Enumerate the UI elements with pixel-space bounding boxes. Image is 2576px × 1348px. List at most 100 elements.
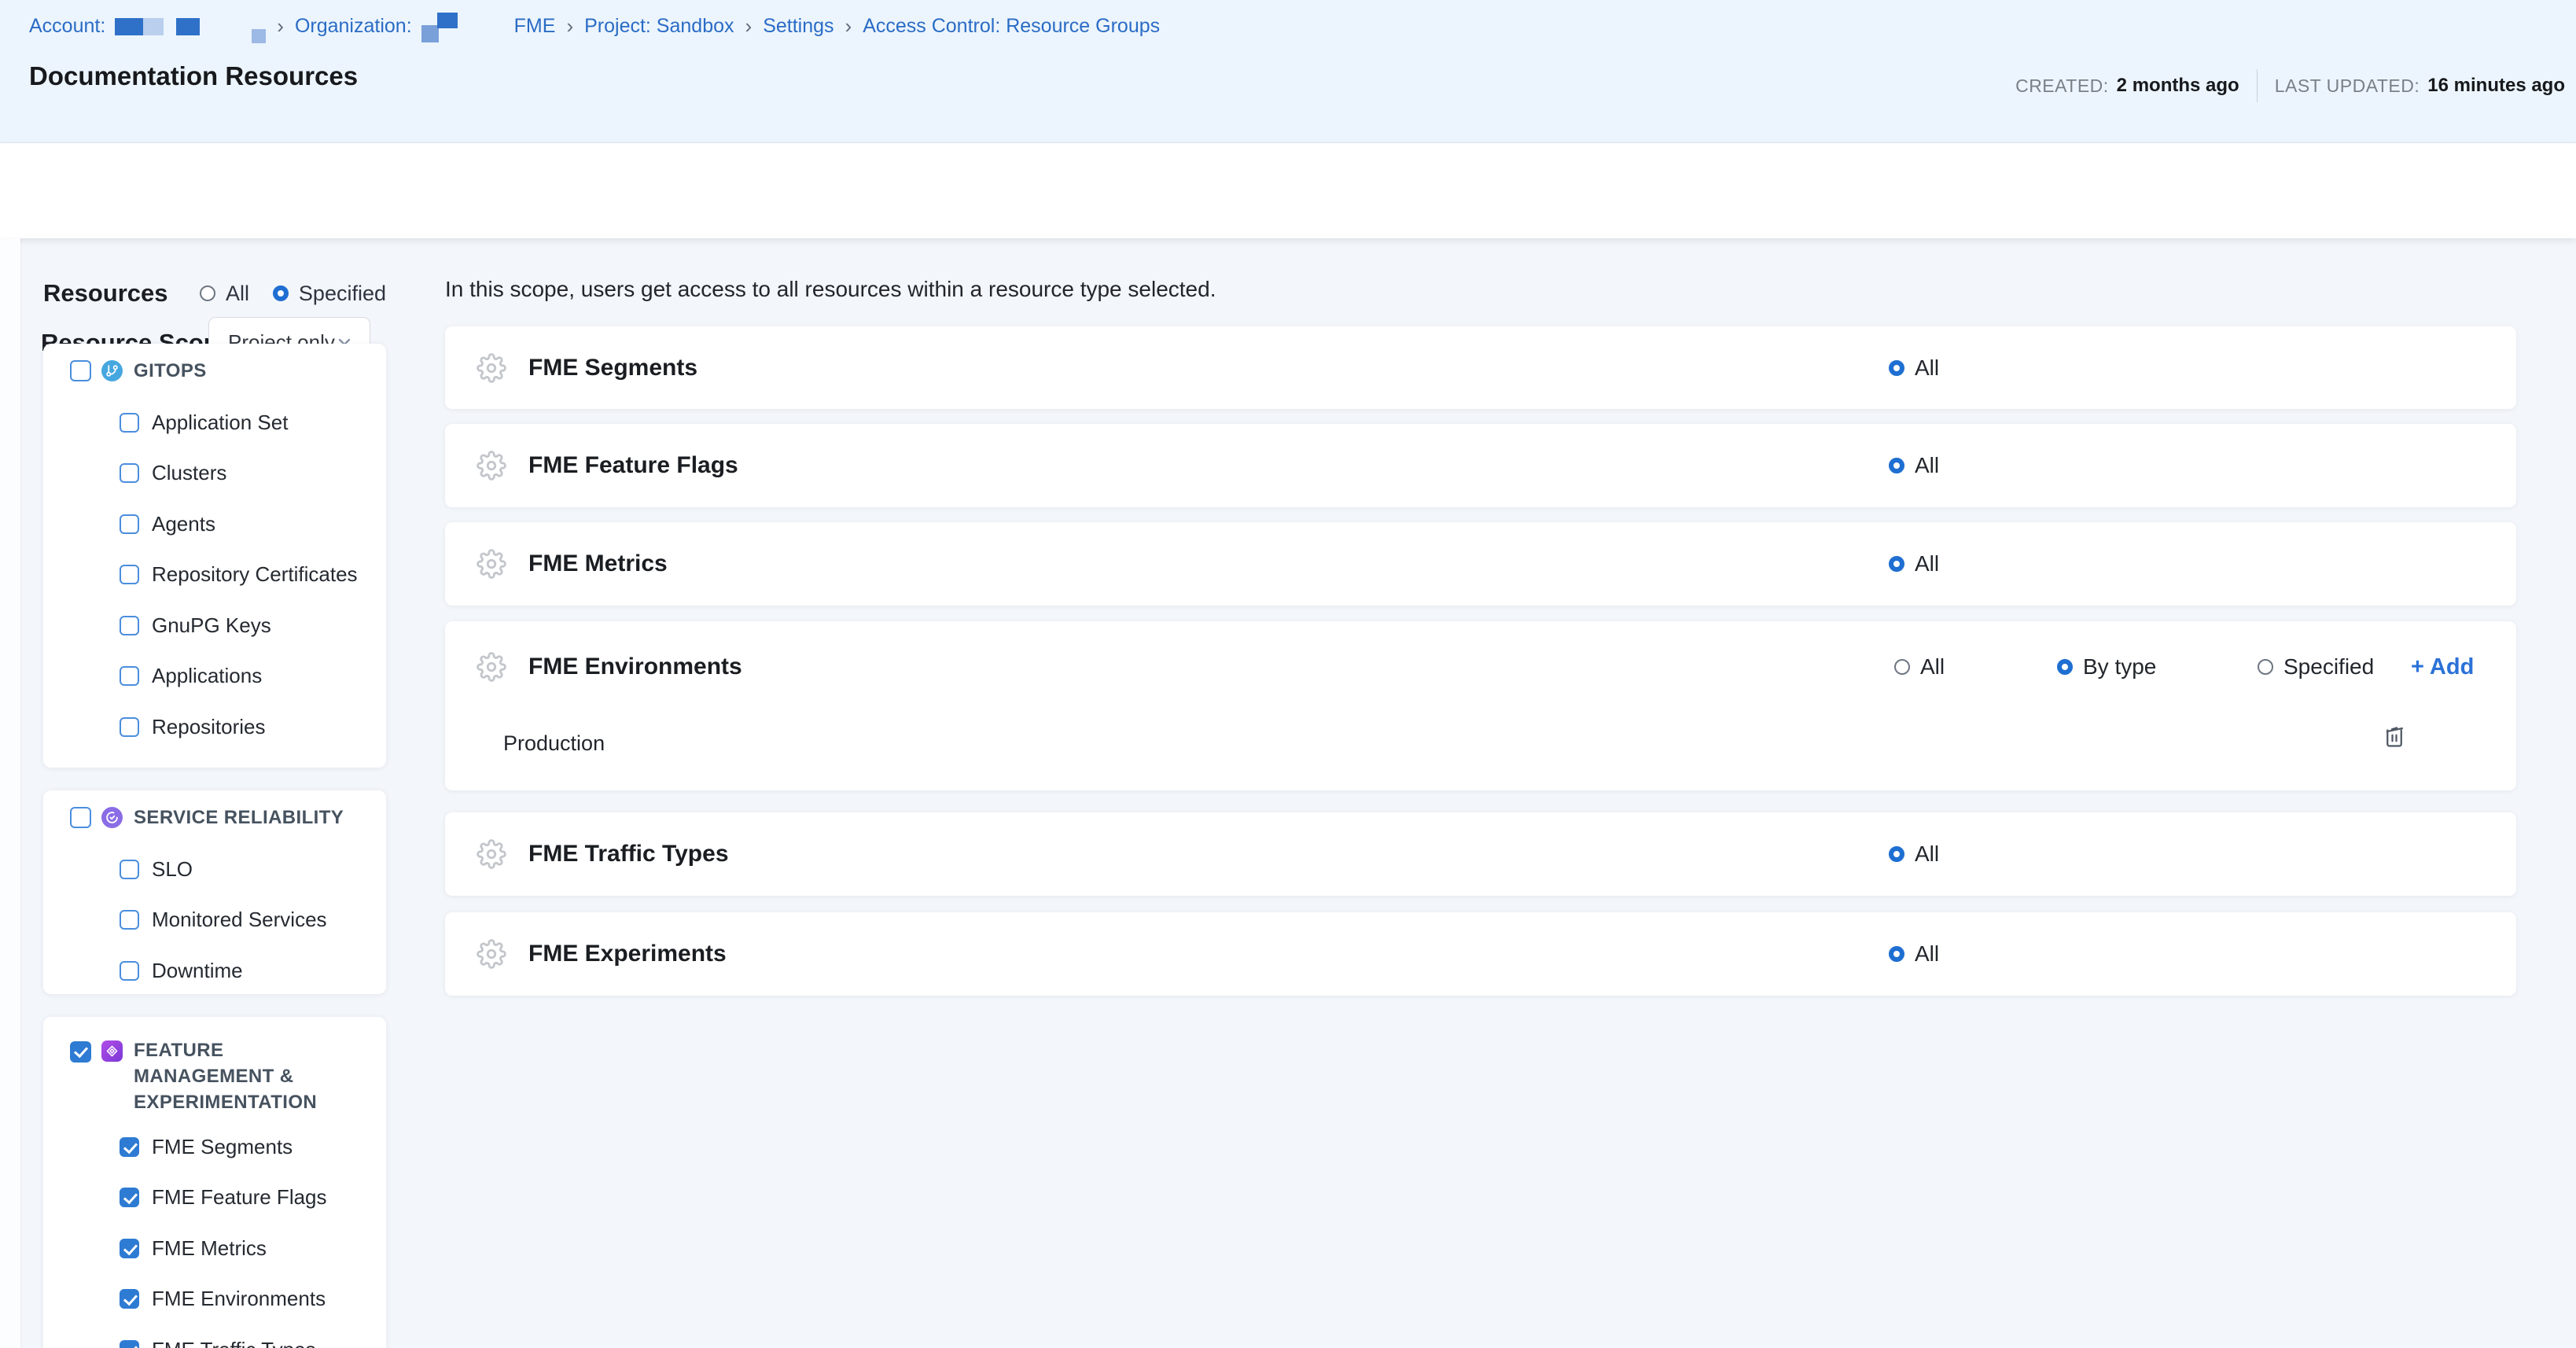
resource-item-label: Repositories	[152, 715, 266, 739]
last-updated-value: 16 minutes ago	[2427, 75, 2565, 97]
left-edge-panel	[0, 238, 20, 1348]
resource-item-label: FME Metrics	[152, 1236, 267, 1261]
breadcrumb-item-project[interactable]: Project: Sandbox	[584, 15, 734, 38]
environments-by-type-radio[interactable]	[2057, 659, 2073, 675]
feature-management-checkbox[interactable]	[70, 1041, 91, 1063]
all-radio-label: All	[1915, 355, 1939, 381]
resource-item[interactable]: Application Set	[120, 397, 386, 448]
trash-icon[interactable]	[2383, 724, 2406, 748]
gitops-checkbox[interactable]	[70, 360, 91, 381]
all-radio-label: All	[1915, 551, 1939, 576]
resource-item[interactable]: FME Environments	[120, 1274, 386, 1325]
row-title: FME Metrics	[528, 551, 668, 577]
resource-item-label: Clusters	[152, 461, 226, 485]
service-reliability-icon	[101, 807, 123, 828]
resource-item[interactable]: FME Segments	[120, 1121, 386, 1173]
service-reliability-checkbox[interactable]	[70, 807, 91, 828]
resource-item-label: SLO	[152, 857, 193, 882]
group-label: SERVICE RELIABILITY	[134, 805, 344, 831]
resource-item[interactable]: Agents	[120, 499, 386, 550]
checkbox[interactable]	[120, 1239, 139, 1258]
all-radio-label: All	[1915, 453, 1939, 478]
last-updated-label: LAST UPDATED:	[2275, 76, 2420, 97]
gear-icon	[477, 549, 506, 579]
resource-group-card-gitops: GITOPS Application Set Clusters Agents R…	[43, 344, 386, 768]
checkbox[interactable]	[120, 666, 139, 686]
gitops-icon	[101, 360, 123, 381]
checkbox[interactable]	[120, 910, 139, 930]
resources-mode-specified-radio[interactable]	[273, 285, 289, 301]
environment-entry-name: Production	[503, 731, 605, 756]
resource-group-card-feature-management: FEATURE MANAGEMENT & EXPERIMENTATION FME…	[43, 1017, 386, 1348]
feature-management-icon	[101, 1040, 123, 1062]
resource-item[interactable]: Repositories	[120, 702, 386, 753]
resource-group-card-service-reliability: SERVICE RELIABILITY SLO Monitored Servic…	[43, 790, 386, 994]
environments-all-radio[interactable]	[1894, 659, 1910, 675]
resources-header: Resources All Specified	[43, 275, 386, 311]
resource-item[interactable]: Monitored Services	[120, 895, 386, 946]
meta-divider	[2257, 69, 2258, 102]
all-radio[interactable]	[1889, 458, 1904, 473]
resource-item[interactable]: GnuPG Keys	[120, 600, 386, 651]
page-title: Documentation Resources	[29, 61, 358, 91]
breadcrumb-item-fme[interactable]: FME	[514, 15, 556, 38]
environment-entry-row: Production	[503, 720, 2414, 767]
all-radio[interactable]	[1889, 846, 1904, 862]
all-radio[interactable]	[1889, 556, 1904, 572]
all-radio[interactable]	[1889, 946, 1904, 962]
resource-item[interactable]: Repository Certificates	[120, 550, 386, 601]
gear-icon	[477, 451, 506, 481]
checkbox[interactable]	[120, 1340, 139, 1348]
checkbox[interactable]	[120, 565, 139, 584]
checkbox[interactable]	[120, 860, 139, 879]
row-title: FME Feature Flags	[528, 452, 738, 479]
resources-mode-all-radio[interactable]	[200, 285, 215, 301]
environments-specified-radio[interactable]	[2258, 659, 2273, 675]
checkbox[interactable]	[120, 616, 139, 635]
breadcrumb-separator: ›	[275, 14, 285, 39]
checkbox[interactable]	[120, 514, 139, 534]
checkbox[interactable]	[120, 463, 139, 483]
gear-icon	[477, 939, 506, 969]
resource-item[interactable]: FME Feature Flags	[120, 1173, 386, 1224]
resource-type-row-fme-traffic-types: FME Traffic Types All	[445, 812, 2516, 896]
checkbox[interactable]	[120, 961, 139, 981]
resource-item[interactable]: Applications	[120, 651, 386, 702]
checkbox[interactable]	[120, 1188, 139, 1207]
resource-item[interactable]: Downtime	[120, 945, 386, 996]
all-radio-label: All	[1915, 941, 1939, 967]
resource-item[interactable]: Clusters	[120, 448, 386, 499]
resource-item-label: Downtime	[152, 959, 243, 983]
resource-item-label: Application Set	[152, 411, 288, 435]
breadcrumb-item-settings[interactable]: Settings	[763, 15, 834, 38]
resource-item-label: FME Environments	[152, 1287, 326, 1311]
group-label: FEATURE MANAGEMENT & EXPERIMENTATION	[134, 1037, 346, 1115]
resource-item[interactable]: FME Traffic Types	[120, 1324, 386, 1348]
environments-specified-label: Specified	[2283, 654, 2374, 680]
all-radio[interactable]	[1889, 360, 1904, 376]
resource-item-label: GnuPG Keys	[152, 613, 271, 638]
checkbox[interactable]	[120, 717, 139, 737]
group-label: GITOPS	[134, 358, 207, 384]
resource-item[interactable]: FME Metrics	[120, 1223, 386, 1274]
resource-item-label: Monitored Services	[152, 908, 327, 932]
gear-icon	[477, 652, 506, 682]
resources-title: Resources	[43, 279, 168, 308]
checkbox[interactable]	[120, 1289, 139, 1309]
checkbox[interactable]	[120, 1137, 139, 1157]
resource-item-label: Repository Certificates	[152, 562, 358, 587]
resource-type-row-fme-environments: FME Environments All By type Specified +…	[445, 621, 2516, 790]
breadcrumb-item-access-control[interactable]: Access Control: Resource Groups	[863, 15, 1160, 38]
resource-item[interactable]: SLO	[120, 844, 386, 895]
resources-mode-all-label: All	[226, 282, 249, 306]
organization-name-redacted	[421, 18, 458, 35]
row-title: FME Segments	[528, 355, 697, 381]
gear-icon	[477, 353, 506, 383]
account-name-redacted	[115, 18, 266, 35]
resource-item-label: FME Traffic Types	[152, 1338, 316, 1348]
breadcrumb-separator: ›	[744, 14, 754, 39]
checkbox[interactable]	[120, 413, 139, 433]
breadcrumb-account-label[interactable]: Account:	[29, 15, 105, 38]
add-environment-button[interactable]: + Add	[2411, 654, 2474, 680]
breadcrumb-organization-label[interactable]: Organization:	[295, 15, 412, 38]
